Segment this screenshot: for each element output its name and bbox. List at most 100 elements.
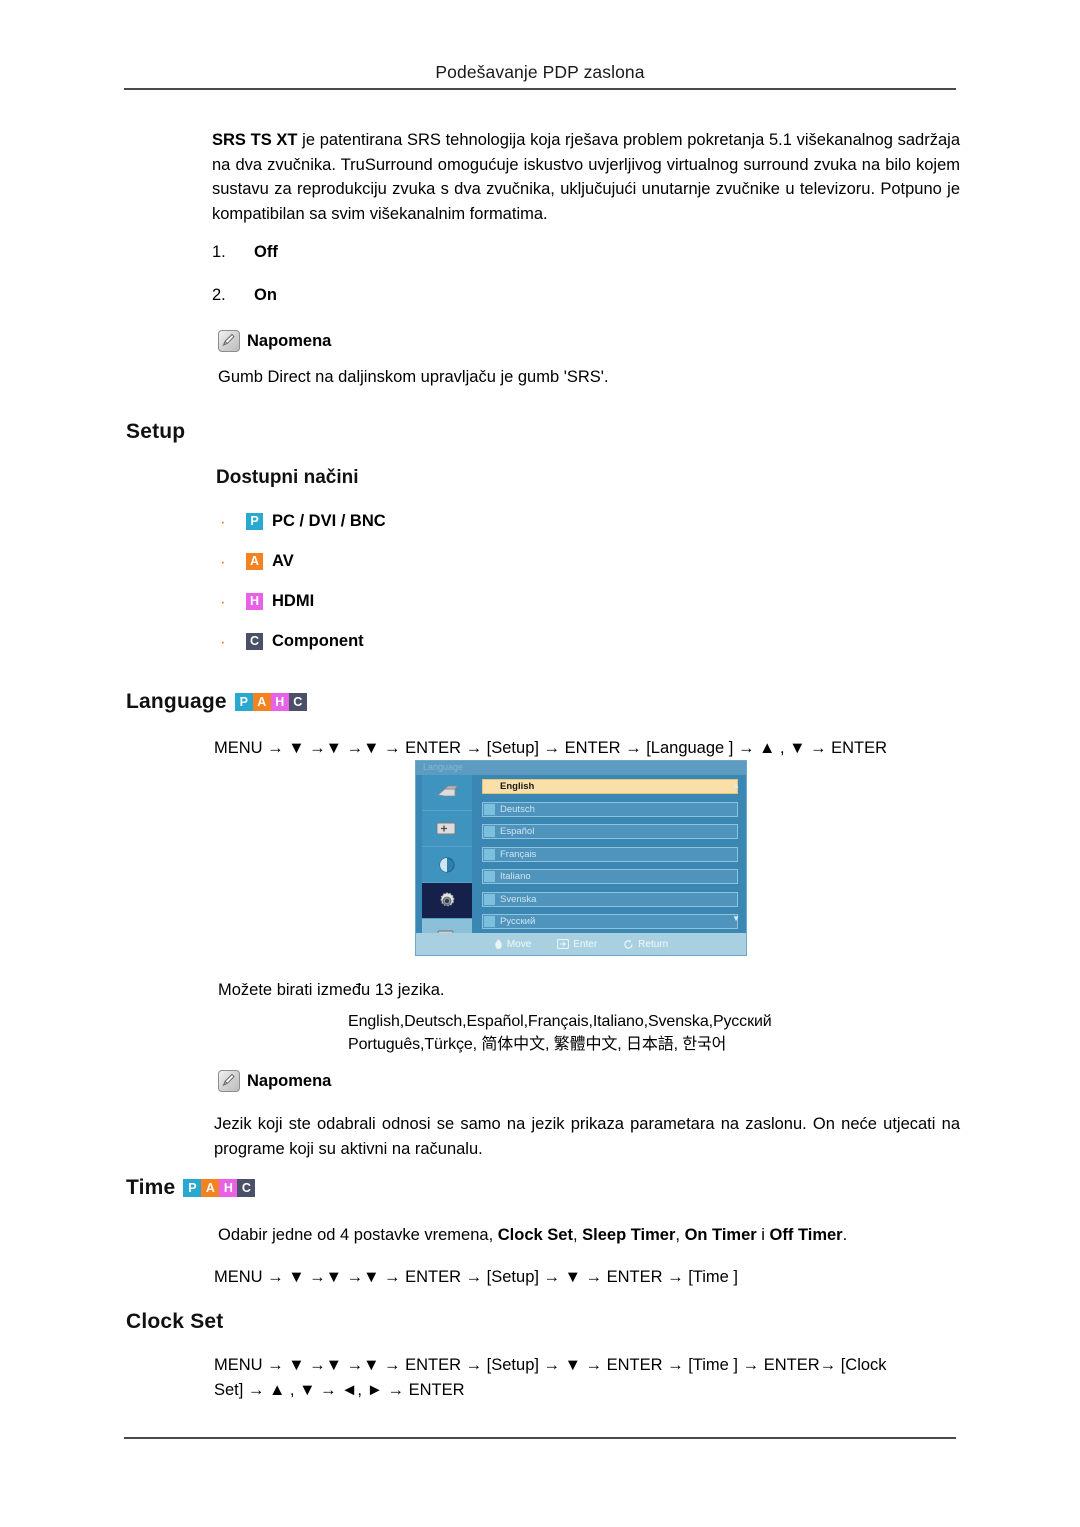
mode-badge-wrap: A (246, 552, 272, 571)
osd-list-item[interactable]: Svenska (482, 891, 738, 907)
enter-icon (557, 939, 570, 949)
mode-badge-a-icon: A (201, 1179, 220, 1197)
page-header: Podešavanje PDP zaslona (0, 62, 1080, 83)
srs-description-paragraph: SRS TS XT je patentirana SRS tehnologija… (212, 128, 960, 226)
language-enumeration: English,Deutsch,Español,Français,Italian… (348, 1010, 968, 1056)
menu-path-clock-set: MENU → ▼ →▼ →▼ → ENTER → [Setup] → ▼ → E… (214, 1353, 964, 1403)
osd-scroll-down-icon[interactable]: ▼ (732, 914, 740, 923)
osd-list-item[interactable]: Italiano (482, 869, 738, 884)
osd-sidebar-item-sound[interactable] (422, 847, 472, 883)
time-desc-sep2: , (675, 1226, 685, 1244)
menu-path-language: MENU → ▼ →▼ →▼ → ENTER → [Setup] → ENTER… (214, 739, 888, 757)
mode-badge-wrap: P (246, 512, 272, 531)
mode-label: Component (272, 632, 364, 650)
mode-badge-c-icon: C (246, 633, 263, 651)
list-item-number: 1. (212, 243, 226, 261)
menu-path-clock-set-line-2: Set] → ▲ , ▼ → ◄, ► → ENTER (214, 1381, 465, 1399)
osd-sidebar-item-setup[interactable] (422, 883, 472, 919)
osd-check-icon (484, 781, 495, 792)
mode-item-hdmi: · H HDMI (216, 592, 636, 611)
osd-footer-move: Move (494, 938, 531, 950)
heading-time: Time (126, 1176, 176, 1199)
osd-footer-label: Enter (573, 938, 598, 950)
mode-badge-wrap: C (246, 632, 272, 651)
mode-item-av: · A AV (216, 552, 636, 571)
mode-label: PC / DVI / BNC (272, 512, 386, 530)
osd-swatch-icon (484, 871, 495, 882)
list-item-label: On (254, 286, 277, 304)
menu-path-clock-set-line-1: MENU → ▼ →▼ →▼ → ENTER → [Setup] → ▼ → E… (214, 1356, 887, 1374)
available-modes-list: · P PC / DVI / BNC · A AV · H HDMI · C C (216, 512, 636, 672)
list-item-label: Off (254, 243, 278, 261)
time-desc-sep3: i (756, 1226, 770, 1244)
osd-list-item[interactable]: Français (482, 846, 738, 862)
mode-item-pc: · P PC / DVI / BNC (216, 512, 636, 531)
srs-options-list: 1. Off 2. On (212, 240, 612, 326)
mode-badge-c-icon: C (288, 693, 307, 711)
language-enumeration-line-2: Português,Türkçe, 简体中文, 繁體中文, 日本語, 한국어 (348, 1036, 727, 1053)
heading-language: Language (126, 690, 227, 713)
heading-time-row: Time P A H C (126, 1176, 256, 1200)
time-desc-sep1: , (572, 1226, 583, 1244)
note-label: Napomena (247, 331, 332, 350)
gear-icon (440, 891, 455, 907)
mode-badge-wrap: H (246, 592, 272, 611)
time-desc-end: . (842, 1226, 848, 1244)
osd-footer: Move Enter Return (416, 933, 746, 955)
osd-list-item[interactable]: English (482, 779, 738, 794)
time-option-on-timer: On Timer (684, 1226, 757, 1244)
osd-swatch-icon (484, 916, 495, 927)
bullet-icon: · (220, 592, 226, 611)
mode-badge-h-icon: H (270, 693, 289, 711)
mode-badge-strip-language: P A H C (234, 693, 307, 711)
footer-divider (124, 1437, 956, 1439)
osd-list-item[interactable]: Español (482, 824, 738, 839)
list-item: 1. Off (212, 240, 612, 264)
mode-badge-p-icon: P (234, 693, 253, 711)
osd-sidebar-item-picture[interactable] (422, 811, 472, 847)
osd-scroll-up-icon[interactable]: ▲ (732, 781, 740, 790)
mode-badge-h-icon: H (246, 593, 263, 611)
note-pen-icon (218, 1070, 240, 1092)
mode-label: HDMI (272, 592, 315, 610)
osd-sidebar (422, 775, 472, 955)
osd-list-item-label: Deutsch (500, 803, 535, 815)
srs-term: SRS TS XT (212, 131, 298, 149)
mode-item-component: · C Component (216, 632, 636, 651)
note-language-text: Jezik koji ste odabrali odnosi se samo n… (214, 1115, 960, 1158)
osd-sidebar-item-input[interactable] (422, 775, 472, 811)
osd-list-item-label: Svenska (500, 893, 537, 905)
mode-badge-a-icon: A (246, 553, 263, 571)
osd-swatch-icon (484, 803, 495, 815)
note-label: Napomena (247, 1071, 332, 1090)
time-option-off-timer: Off Timer (769, 1226, 843, 1244)
mode-label: AV (272, 552, 294, 570)
osd-swatch-icon (484, 826, 495, 837)
return-icon (624, 939, 633, 949)
mode-badge-p-icon: P (183, 1179, 202, 1197)
time-desc-pre: Odabir jedne od 4 postavke vremena, (218, 1226, 498, 1244)
osd-swatch-icon (484, 893, 495, 905)
note-pen-icon (218, 330, 240, 352)
osd-language-list: English Deutsch Español Français Italian… (482, 779, 738, 929)
heading-language-row: Language P A H C (126, 690, 307, 714)
mode-badge-h-icon: H (219, 1179, 238, 1197)
osd-list-item[interactable]: Deutsch (482, 801, 738, 817)
mode-badge-a-icon: A (252, 693, 271, 711)
bullet-icon: · (220, 632, 226, 651)
dpad-icon (495, 938, 502, 949)
bullet-icon: · (220, 552, 226, 571)
osd-list-item[interactable]: Русский (482, 914, 738, 929)
osd-list-item-label: Русский (500, 916, 536, 927)
osd-footer-return: Return (623, 939, 668, 950)
osd-swatch-icon (484, 848, 495, 860)
srs-description-text: je patentirana SRS tehnologija koja rješ… (212, 131, 960, 223)
document-page: Podešavanje PDP zaslona SRS TS XT je pat… (0, 0, 1080, 1527)
osd-list-item-label: Italiano (500, 871, 531, 882)
bullet-icon: · (220, 512, 226, 531)
header-divider (124, 88, 956, 90)
heading-setup: Setup (126, 420, 186, 443)
menu-path-time: MENU → ▼ →▼ →▼ → ENTER → [Setup] → ▼ → E… (214, 1268, 739, 1286)
osd-screenshot-language: Language English Deutsch Español Françai… (415, 760, 747, 956)
time-description: Odabir jedne od 4 postavke vremena, Cloc… (218, 1223, 958, 1248)
